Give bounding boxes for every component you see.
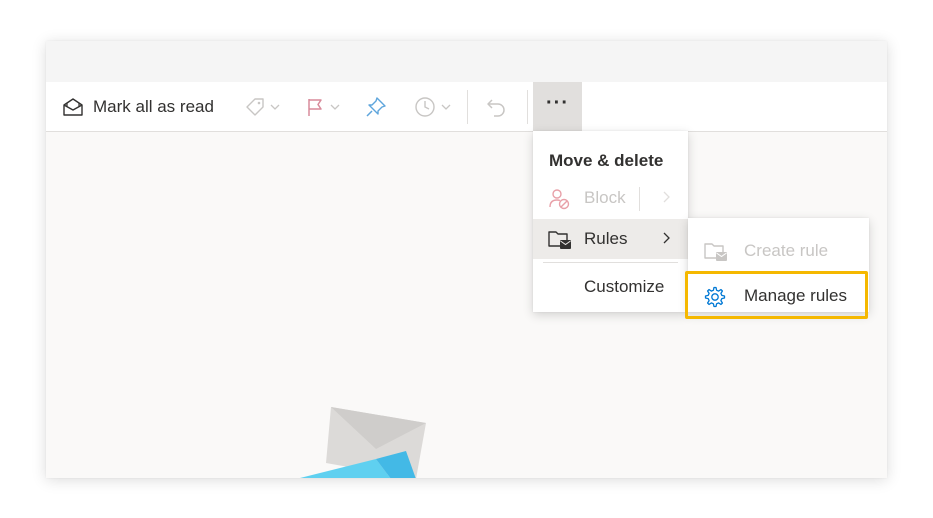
menu-item-rules[interactable]: Rules [533,219,688,259]
chevron-right-icon [661,190,671,209]
snooze-button[interactable] [413,82,451,131]
toolbar-separator [527,90,528,124]
folder-rules-icon [547,228,573,255]
manage-rules-highlight [685,271,868,319]
block-user-icon [547,187,571,216]
top-bar [46,41,887,82]
menu-item-label: Block [584,188,626,207]
pin-button[interactable] [364,82,388,131]
chevron-down-icon [441,103,451,111]
chevron-down-icon [270,103,280,111]
undo-icon [485,95,509,119]
tag-icon [244,96,266,118]
toolbar: Mark all as read ··· [46,82,887,132]
flag-button[interactable] [304,82,340,131]
menu-item-label: Customize [584,277,665,296]
more-options-button[interactable]: ··· [533,82,582,131]
flag-icon [304,96,326,118]
mark-all-read-button[interactable]: Mark all as read [62,82,214,131]
menu-item-label: Rules [584,229,628,248]
submenu-item-label: Create rule [744,241,829,260]
menu-item-divider [639,187,640,211]
more-options-menu: Move & delete Block Rules Customize [533,131,688,312]
menu-header: Move & delete [549,151,664,170]
toolbar-separator [467,90,468,124]
chevron-right-icon [661,231,671,250]
mail-window: Mark all as read ··· Move & delete Block… [46,41,887,478]
menu-item-customize[interactable]: Customize [533,267,688,307]
menu-divider [543,262,678,263]
envelope-open-icon [62,97,84,117]
more-icon: ··· [546,91,569,114]
pin-icon [364,95,388,119]
mark-all-read-label: Mark all as read [93,96,214,116]
undo-button[interactable] [485,82,509,131]
submenu-item-create-rule[interactable]: Create rule [688,229,869,273]
clock-icon [413,95,437,119]
categorize-button[interactable] [244,82,280,131]
folder-rules-icon [703,240,729,267]
empty-state-illustration [276,401,476,478]
chevron-down-icon [330,103,340,111]
menu-item-block[interactable]: Block [533,178,688,218]
